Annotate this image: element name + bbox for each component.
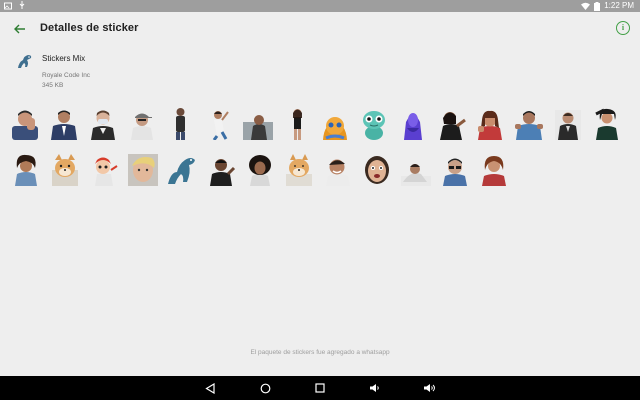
sticker-blond-man[interactable]: [127, 150, 158, 186]
volume-up-button[interactable]: [423, 381, 437, 395]
nav-recents-icon: [315, 383, 325, 393]
sticker-man-glasses[interactable]: [439, 150, 470, 186]
sticker-shiba-dog-2[interactable]: [283, 150, 314, 186]
sticker-woman-curly-hair[interactable]: [10, 150, 41, 186]
info-icon: i: [621, 23, 625, 32]
volume-down-button[interactable]: [368, 381, 382, 395]
sticker-woman-red-hair[interactable]: [478, 150, 509, 186]
sticker-man-in-suit[interactable]: [49, 104, 80, 140]
usb-notification-icon: [19, 1, 25, 9]
sticker-man-with-cap[interactable]: [126, 104, 157, 140]
page-title: Detalles de sticker: [40, 22, 139, 34]
info-button[interactable]: i: [616, 21, 630, 35]
sticker-teal-creature[interactable]: [359, 104, 390, 140]
sticker-man-sitting[interactable]: [242, 104, 274, 140]
nav-back-icon: [205, 382, 215, 394]
nav-home-icon: [260, 383, 270, 393]
sticker-man-face-palm[interactable]: [10, 104, 41, 140]
sticker-cartoon-character[interactable]: [88, 150, 119, 186]
pack-name: Stickers Mix: [42, 54, 86, 63]
status-time: 1:22 PM: [604, 1, 634, 10]
nav-recents-button[interactable]: [313, 381, 327, 395]
app-bar: Detalles de sticker i: [0, 12, 640, 46]
added-to-whatsapp-message: El paquete de stickers fue agregado a wh…: [250, 349, 390, 356]
back-button[interactable]: [12, 21, 28, 37]
sticker-man-lying[interactable]: [400, 150, 431, 186]
sticker-man-shrugging[interactable]: [514, 104, 545, 140]
sticker-blue-dinosaur[interactable]: [166, 150, 197, 186]
navigation-bar: [0, 376, 640, 400]
volume-up-icon: [424, 384, 435, 392]
pack-tray-icon: [18, 55, 32, 68]
sticker-orange-creature[interactable]: [320, 104, 351, 140]
nav-back-button[interactable]: [203, 381, 217, 395]
sticker-woman-surprised[interactable]: [361, 150, 392, 186]
volume-down-icon: [370, 384, 379, 392]
arrow-back-icon: [14, 24, 25, 34]
wifi-icon: [581, 2, 591, 10]
sticker-woman-afro[interactable]: [244, 150, 275, 186]
sticker-woman-with-hands[interactable]: [475, 104, 506, 140]
pack-header: Stickers Mix Royale Code Inc 345 KB: [14, 52, 314, 98]
status-bar: 1:22 PM: [0, 0, 640, 12]
battery-icon: [594, 1, 601, 11]
pack-size: 345 KB: [42, 82, 64, 89]
sticker-woman-pointing[interactable]: [436, 104, 467, 140]
sticker-shiba-dog[interactable]: [49, 150, 80, 186]
sticker-purple-figure[interactable]: [398, 104, 429, 140]
sticker-man-gesturing[interactable]: [205, 150, 236, 186]
sticker-man-standing[interactable]: [165, 104, 196, 140]
pack-publisher: Royale Code Inc: [42, 72, 91, 79]
sticker-man-with-mask[interactable]: [88, 104, 119, 140]
sticker-man-smiling[interactable]: [322, 150, 353, 186]
image-notification-icon: [4, 2, 12, 9]
sticker-grid: [10, 104, 630, 196]
sticker-person-dancing[interactable]: [204, 104, 235, 140]
sticker-woman-long-hair[interactable]: [591, 104, 622, 140]
sticker-row: [10, 104, 630, 142]
nav-home-button[interactable]: [258, 381, 272, 395]
sticker-man-blue-shirt[interactable]: [553, 104, 584, 140]
sticker-row: [10, 150, 630, 188]
sticker-woman-standing[interactable]: [281, 104, 312, 140]
